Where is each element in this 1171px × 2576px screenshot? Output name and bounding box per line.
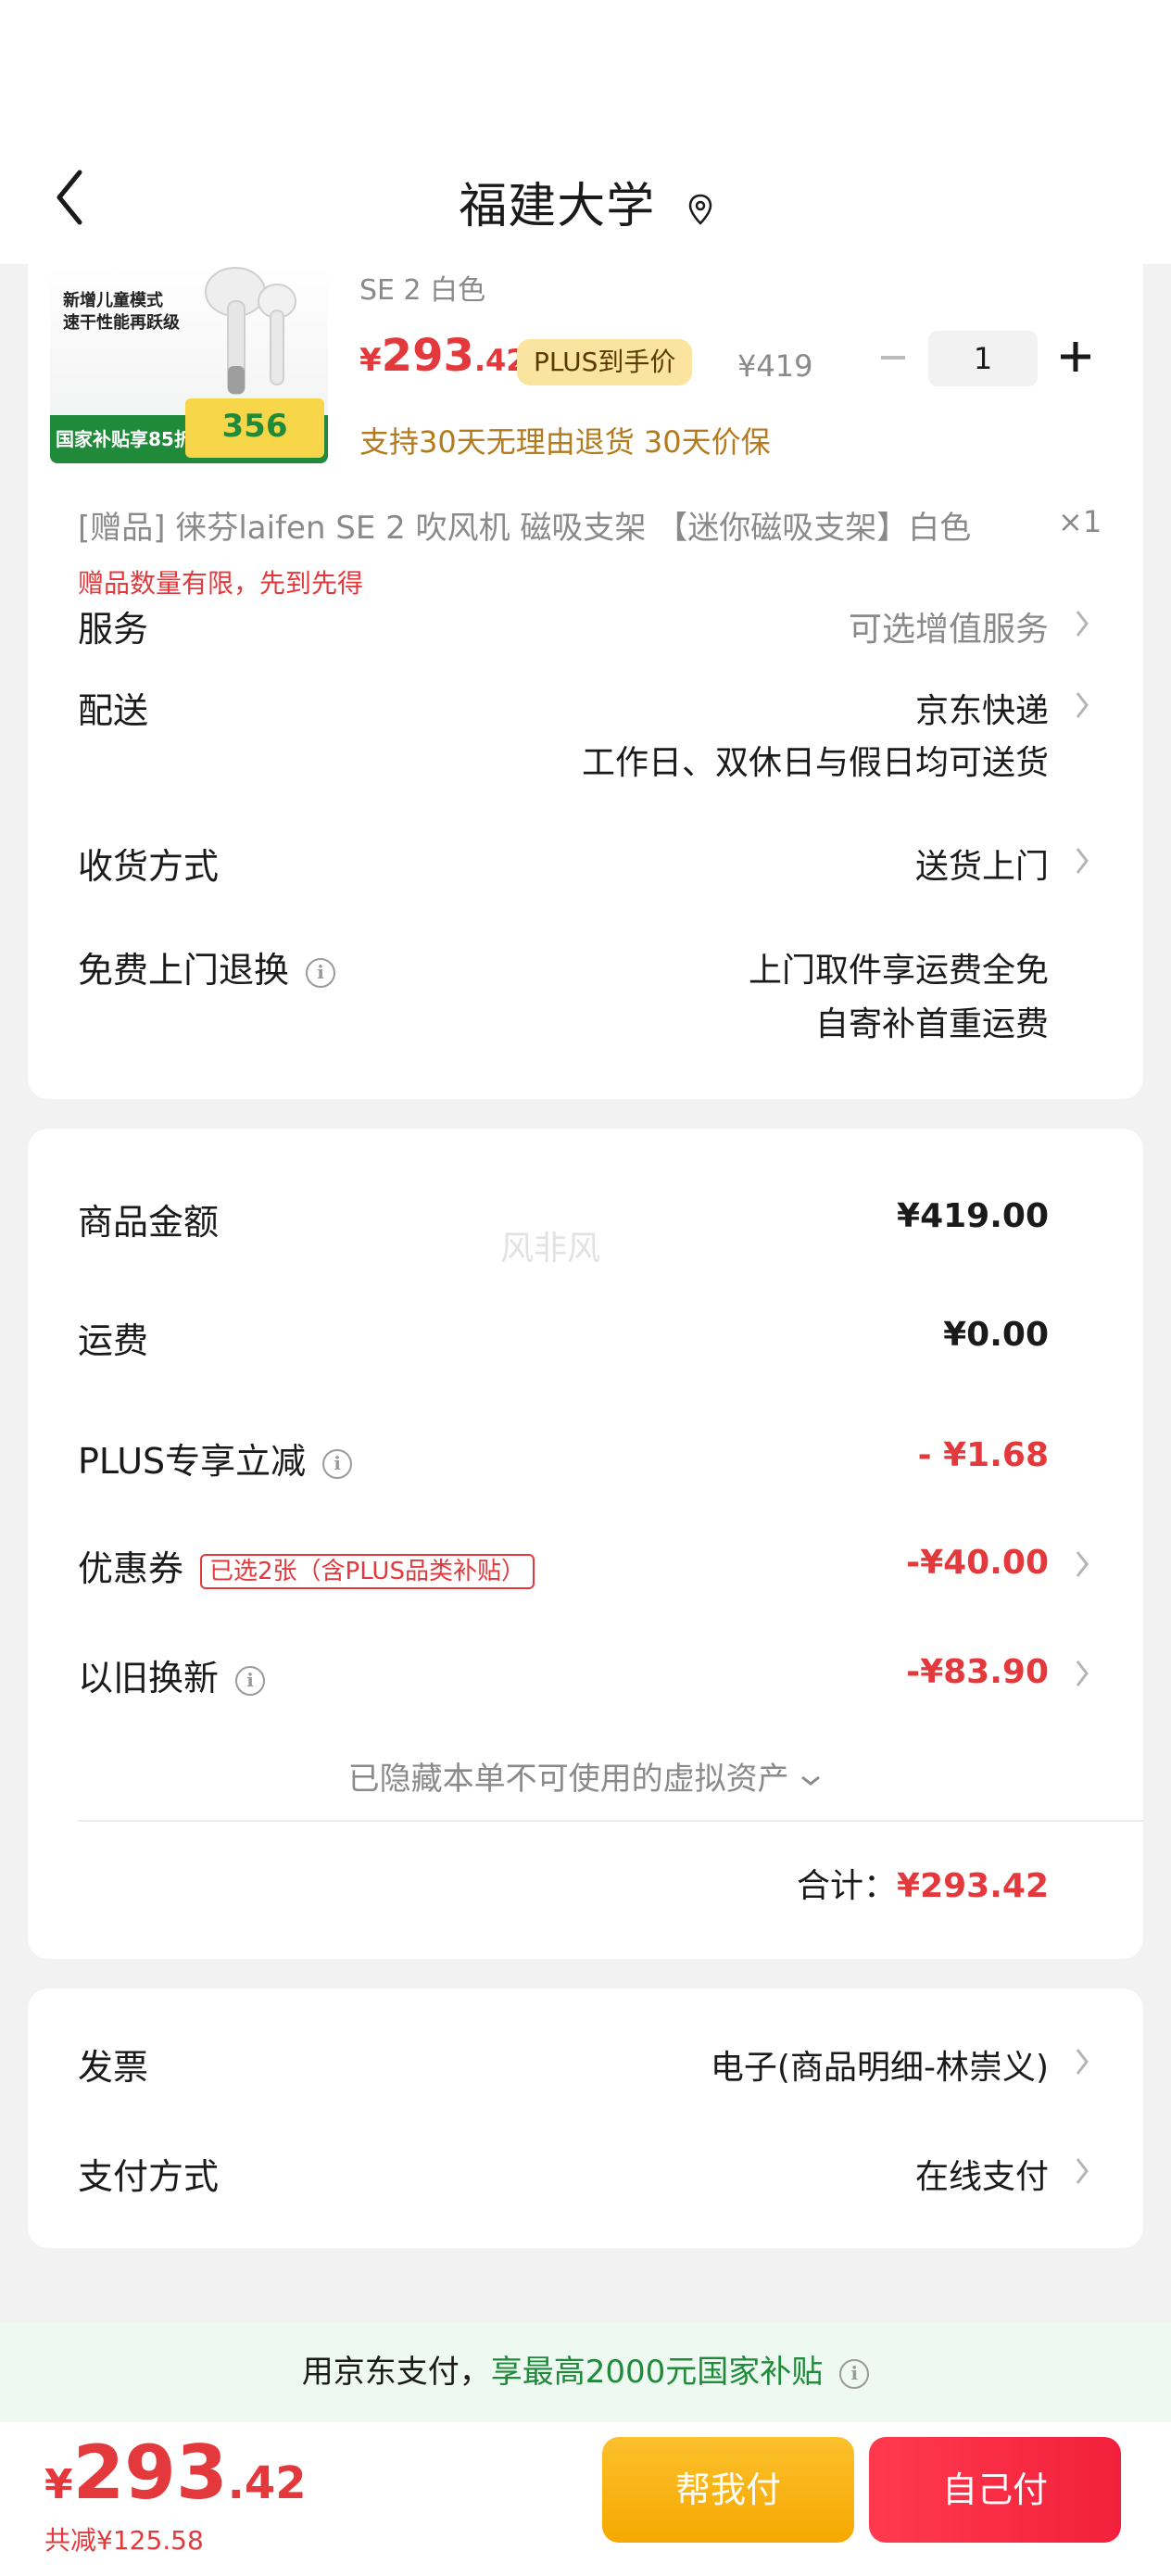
free-return-line-1: 上门取件享运费全免: [748, 952, 1049, 990]
jd-pay-promo-bar[interactable]: 用京东支付，享最高2000元国家补贴 i: [0, 2322, 1171, 2422]
free-return-label: 免费上门退换: [78, 950, 290, 991]
pay-myself-button[interactable]: 自己付: [869, 2437, 1121, 2543]
total-row: 合计：¥293.42: [797, 1859, 1049, 1907]
address-title[interactable]: 福建大学: [0, 167, 1171, 236]
invoice-payment-card: [28, 1989, 1143, 2248]
goods-amount-label: 商品金额: [78, 1202, 220, 1243]
product-image-caption: 新增儿童模式 速干性能再跃级: [63, 290, 180, 335]
subsidy-banner-text: 国家补贴享85折: [56, 428, 193, 450]
summary-divider: [78, 1820, 1143, 1822]
total-savings: 共减¥125.58: [44, 2525, 204, 2556]
info-icon[interactable]: i: [235, 1665, 266, 1696]
receive-method-label: 收货方式: [78, 846, 220, 887]
chevron-right-icon[interactable]: [1073, 1547, 1091, 1581]
total-value: ¥293.42: [897, 1867, 1049, 1905]
service-value[interactable]: 可选增值服务: [849, 602, 1049, 650]
chevron-right-icon[interactable]: [1073, 607, 1091, 640]
coupon-label: 优惠券: [78, 1548, 184, 1589]
quantity-decrease-button[interactable]: [875, 339, 912, 376]
goods-amount-value: ¥419.00: [897, 1197, 1049, 1235]
delivery-note: 工作日、双休日与假日均可送货: [581, 744, 1049, 782]
chevron-right-icon[interactable]: [1073, 2045, 1091, 2078]
checkout-total-price: ¥293.42: [44, 2430, 307, 2516]
hidden-assets-toggle[interactable]: 已隐藏本单不可使用的虚拟资产: [0, 1753, 1171, 1799]
product-image-line-1: 新增儿童模式: [63, 291, 163, 310]
price-symbol: ¥: [359, 342, 382, 379]
info-icon[interactable]: i: [839, 2358, 870, 2389]
chevron-right-icon[interactable]: [1073, 2154, 1091, 2188]
price-integer: 293: [381, 330, 474, 382]
invoice-value[interactable]: 电子(商品明细-林崇义): [711, 2040, 1049, 2089]
payment-method-value[interactable]: 在线支付: [915, 2150, 1049, 2198]
after-sale-promise: 支持30天无理由退货 30天价保: [359, 424, 771, 460]
product-image-line-2: 速干性能再跃级: [63, 313, 180, 333]
gift-quantity: ×1: [1058, 504, 1102, 539]
plus-discount-row: PLUS专享立减 i: [78, 1433, 353, 1484]
coupon-value[interactable]: -¥40.00: [906, 1544, 1049, 1582]
chevron-down-icon: [801, 1775, 821, 1786]
subsidy-banner-price: 356: [185, 398, 324, 458]
checkout-price-symbol: ¥: [44, 2461, 73, 2508]
original-price: ¥419: [737, 348, 813, 384]
plus-discount-label: PLUS专享立减: [78, 1441, 307, 1482]
quantity-increase-button[interactable]: [1054, 334, 1097, 380]
chevron-right-icon[interactable]: [1073, 1657, 1091, 1690]
help-me-pay-button[interactable]: 帮我付: [602, 2437, 854, 2543]
checkout-price-decimal: .42: [227, 2457, 307, 2509]
plus-price-tag: PLUS到手价: [517, 339, 693, 385]
trade-in-row[interactable]: 以旧换新 i: [78, 1649, 266, 1700]
quantity-input[interactable]: 1: [928, 331, 1038, 386]
gift-notice: 赠品数量有限，先到先得: [78, 568, 364, 599]
info-icon[interactable]: i: [322, 1448, 353, 1479]
free-return-line-2: 自寄补首重运费: [814, 1005, 1049, 1043]
shipping-fee-value: ¥0.00: [943, 1316, 1049, 1354]
payment-method-label: 支付方式: [78, 2156, 220, 2197]
shipping-fee-label: 运费: [78, 1320, 149, 1361]
hidden-assets-text: 已隐藏本单不可使用的虚拟资产: [347, 1761, 789, 1798]
total-label: 合计：: [797, 1867, 898, 1905]
chevron-right-icon[interactable]: [1073, 688, 1091, 722]
top-navigation-bar: 福建大学: [0, 0, 1171, 264]
checkout-price-integer: 293: [72, 2430, 228, 2516]
plus-icon: [1061, 342, 1090, 372]
hair-dryer-icon: [205, 267, 296, 395]
minus-icon: [881, 356, 905, 360]
address-title-text: 福建大学: [459, 179, 656, 234]
chevron-right-icon[interactable]: [1073, 844, 1091, 878]
subsidy-banner: 国家补贴享85折 356: [50, 398, 328, 463]
location-pin-icon: [688, 194, 712, 225]
invoice-label: 发票: [78, 2047, 149, 2088]
product-spec: SE 2 白色: [359, 274, 486, 307]
coupon-selected-tag: 已选2张（含PLUS品类补贴）: [200, 1553, 535, 1589]
promo-text: 用京东支付，: [301, 2354, 491, 2391]
delivery-label: 配送: [78, 690, 149, 731]
trade-in-value[interactable]: -¥83.90: [906, 1653, 1049, 1691]
product-price: ¥293.42: [359, 330, 527, 382]
info-icon[interactable]: i: [306, 957, 336, 988]
free-return-row: 免费上门退换 i: [78, 941, 336, 992]
delivery-value[interactable]: 京东快递: [915, 684, 1049, 732]
promo-highlight: 享最高2000元国家补贴: [490, 2354, 824, 2391]
plus-discount-value: - ¥1.68: [917, 1436, 1049, 1474]
product-image[interactable]: 新增儿童模式 速干性能再跃级 国家补贴享85折 356: [50, 264, 328, 463]
receive-method-value[interactable]: 送货上门: [915, 840, 1049, 888]
coupon-row[interactable]: 优惠券 已选2张（含PLUS品类补贴）: [78, 1540, 535, 1591]
trade-in-label: 以旧换新: [78, 1658, 220, 1698]
gift-item[interactable]: [赠品] 徕芬laifen SE 2 吹风机 磁吸支架 【迷你磁吸支架】白色: [78, 502, 971, 548]
service-label: 服务: [78, 609, 149, 650]
watermark: 风非风: [500, 1230, 601, 1268]
